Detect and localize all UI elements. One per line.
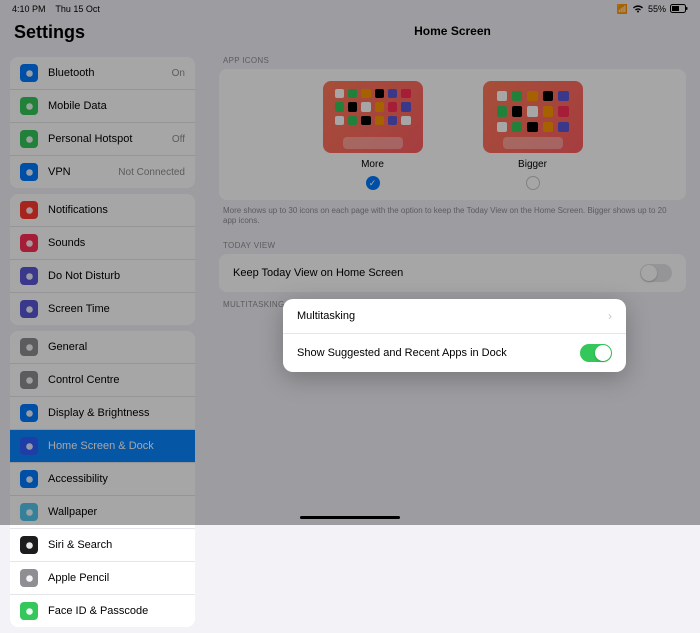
sidebar-item-display-brightness[interactable]: Display & Brightness bbox=[10, 397, 195, 430]
sidebar-item-label: Control Centre bbox=[48, 374, 185, 386]
sidebar-item-label: Face ID & Passcode bbox=[48, 605, 185, 617]
sliders-icon bbox=[20, 371, 38, 389]
wifi-icon bbox=[632, 4, 644, 15]
multitasking-card: Multitasking › Show Suggested and Recent… bbox=[283, 299, 626, 372]
signal-icon: 📶 bbox=[617, 4, 628, 15]
preview-more[interactable]: More bbox=[323, 81, 423, 190]
sidebar-item-bluetooth[interactable]: BluetoothOn bbox=[10, 57, 195, 90]
sidebar-item-label: Personal Hotspot bbox=[48, 133, 172, 145]
antenna-icon bbox=[20, 97, 38, 115]
siri-icon bbox=[20, 536, 38, 554]
sidebar-item-notifications[interactable]: Notifications bbox=[10, 194, 195, 227]
settings-sidebar: Settings BluetoothOn Mobile Data Personal … bbox=[0, 18, 205, 525]
sidebar-item-label: Sounds bbox=[48, 237, 185, 249]
sidebar-item-apple-pencil[interactable]: Apple Pencil bbox=[10, 562, 195, 595]
bell-icon bbox=[20, 201, 38, 219]
chevron-right-icon: › bbox=[608, 309, 612, 323]
sidebar-item-value: Off bbox=[172, 134, 185, 145]
battery-icon bbox=[670, 4, 688, 15]
today-view-row[interactable]: Keep Today View on Home Screen bbox=[219, 254, 686, 292]
suggested-apps-toggle[interactable] bbox=[580, 344, 612, 362]
flower-icon bbox=[20, 503, 38, 521]
sidebar-item-personal-hotspot[interactable]: Personal HotspotOff bbox=[10, 123, 195, 156]
content-title: Home Screen bbox=[205, 18, 700, 48]
preview-more-label: More bbox=[361, 159, 384, 170]
status-time: 4:10 PM bbox=[12, 4, 46, 14]
sidebar-item-wallpaper[interactable]: Wallpaper bbox=[10, 496, 195, 529]
sidebar-title: Settings bbox=[0, 18, 205, 51]
preview-bigger[interactable]: Bigger bbox=[483, 81, 583, 190]
radio-bigger[interactable] bbox=[526, 176, 540, 190]
sidebar-item-mobile-data[interactable]: Mobile Data bbox=[10, 90, 195, 123]
sidebar-item-do-not-disturb[interactable]: Do Not Disturb bbox=[10, 260, 195, 293]
person-icon bbox=[20, 470, 38, 488]
sidebar-item-label: Siri & Search bbox=[48, 539, 185, 551]
today-view-toggle[interactable] bbox=[640, 264, 672, 282]
status-date: Thu 15 Oct bbox=[55, 4, 100, 14]
sidebar-item-accessibility[interactable]: Accessibility bbox=[10, 463, 195, 496]
section-todayview: TODAY VIEW bbox=[205, 233, 700, 254]
app-icons-hint: More shows up to 30 icons on each page w… bbox=[205, 200, 700, 233]
sidebar-item-face-id-passcode[interactable]: Face ID & Passcode bbox=[10, 595, 195, 627]
sun-icon bbox=[20, 404, 38, 422]
faceid-icon bbox=[20, 602, 38, 620]
sidebar-item-value: On bbox=[172, 68, 185, 79]
sidebar-item-sounds[interactable]: Sounds bbox=[10, 227, 195, 260]
battery-text: 55% bbox=[648, 4, 666, 14]
content-pane: Home Screen APP ICONS More Bigger bbox=[205, 18, 700, 525]
multitasking-label: Multitasking bbox=[297, 310, 608, 322]
app-icons-card: More Bigger bbox=[219, 69, 686, 200]
sidebar-item-label: Bluetooth bbox=[48, 67, 172, 79]
sidebar-item-control-centre[interactable]: Control Centre bbox=[10, 364, 195, 397]
sidebar-item-label: Do Not Disturb bbox=[48, 270, 185, 282]
sidebar-item-label: VPN bbox=[48, 166, 118, 178]
vpn-icon bbox=[20, 163, 38, 181]
speaker-icon bbox=[20, 234, 38, 252]
sidebar-item-label: Display & Brightness bbox=[48, 407, 185, 419]
sidebar-item-label: Notifications bbox=[48, 204, 185, 216]
suggested-apps-row[interactable]: Show Suggested and Recent Apps in Dock bbox=[283, 334, 626, 372]
sidebar-item-vpn[interactable]: VPNNot Connected bbox=[10, 156, 195, 188]
sidebar-item-screen-time[interactable]: Screen Time bbox=[10, 293, 195, 325]
sidebar-item-label: Wallpaper bbox=[48, 506, 185, 518]
sidebar-item-label: Home Screen & Dock bbox=[48, 440, 185, 452]
radio-more[interactable] bbox=[366, 176, 380, 190]
status-bar: 4:10 PM Thu 15 Oct 📶 55% bbox=[0, 0, 700, 18]
suggested-apps-label: Show Suggested and Recent Apps in Dock bbox=[297, 347, 580, 359]
gear-icon bbox=[20, 338, 38, 356]
sidebar-item-label: Accessibility bbox=[48, 473, 185, 485]
link-icon bbox=[20, 130, 38, 148]
preview-bigger-label: Bigger bbox=[518, 159, 547, 170]
section-appicons: APP ICONS bbox=[205, 48, 700, 69]
multitasking-row[interactable]: Multitasking › bbox=[283, 299, 626, 334]
sidebar-item-general[interactable]: General bbox=[10, 331, 195, 364]
pencil-icon bbox=[20, 569, 38, 587]
moon-icon bbox=[20, 267, 38, 285]
today-view-card: Keep Today View on Home Screen bbox=[219, 254, 686, 292]
home-indicator[interactable] bbox=[300, 516, 400, 519]
grid-icon bbox=[20, 437, 38, 455]
today-view-label: Keep Today View on Home Screen bbox=[233, 267, 640, 279]
hourglass-icon bbox=[20, 300, 38, 318]
sidebar-item-siri-search[interactable]: Siri & Search bbox=[10, 529, 195, 562]
sidebar-item-value: Not Connected bbox=[118, 167, 185, 178]
bluetooth-icon bbox=[20, 64, 38, 82]
sidebar-item-home-screen-dock[interactable]: Home Screen & Dock bbox=[10, 430, 195, 463]
sidebar-item-label: Apple Pencil bbox=[48, 572, 185, 584]
sidebar-item-label: Mobile Data bbox=[48, 100, 185, 112]
sidebar-item-label: General bbox=[48, 341, 185, 353]
sidebar-item-label: Screen Time bbox=[48, 303, 185, 315]
